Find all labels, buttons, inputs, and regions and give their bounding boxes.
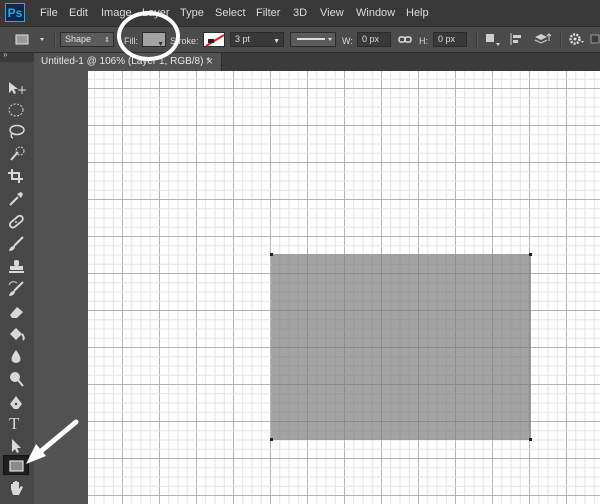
lasso-tool-icon[interactable] bbox=[3, 122, 29, 142]
fill-highlight-circle bbox=[117, 11, 180, 61]
anchor-point[interactable] bbox=[529, 253, 532, 256]
link-icon[interactable] bbox=[397, 32, 413, 47]
path-alignment-icon[interactable] bbox=[508, 32, 526, 47]
path-arrangement-icon[interactable] bbox=[533, 32, 553, 47]
move-tool-icon[interactable] bbox=[3, 78, 29, 98]
pen-tool-icon[interactable] bbox=[3, 393, 29, 413]
menu-view[interactable]: View bbox=[320, 7, 344, 19]
options-bar: Shape ⇕ Fill: ▼ Stroke: 3 pt ▼ W: 0 px H… bbox=[0, 26, 600, 53]
document-tab[interactable]: Untitled-1 @ 106% (Layer 1, RGB/8) * × bbox=[34, 53, 222, 71]
menu-select[interactable]: Select bbox=[215, 7, 246, 19]
menu-file[interactable]: File bbox=[40, 7, 58, 19]
menu-type[interactable]: Type bbox=[180, 7, 204, 19]
stroke-swatch[interactable] bbox=[203, 32, 225, 47]
stroke-line-icon bbox=[297, 38, 332, 41]
eraser-tool-icon[interactable] bbox=[3, 302, 29, 322]
healing-brush-tool-icon[interactable] bbox=[3, 212, 29, 232]
divider bbox=[476, 32, 478, 49]
double-chevron-icon: » bbox=[3, 50, 8, 59]
width-label: W: bbox=[342, 36, 353, 46]
blur-tool-icon[interactable] bbox=[3, 347, 29, 367]
paint-bucket-tool-icon[interactable] bbox=[3, 324, 29, 344]
pointer-arrow-icon bbox=[26, 419, 79, 464]
rectangle-shape[interactable] bbox=[270, 253, 532, 441]
document-tab-bar: Untitled-1 @ 106% (Layer 1, RGB/8) * × bbox=[34, 53, 600, 71]
align-edges-checkbox[interactable] bbox=[590, 32, 600, 47]
height-value: 0 px bbox=[438, 34, 456, 44]
menu-edit[interactable]: Edit bbox=[69, 7, 88, 19]
clone-stamp-tool-icon[interactable] bbox=[3, 257, 29, 277]
height-label: H: bbox=[419, 36, 428, 46]
history-brush-tool-icon[interactable] bbox=[3, 279, 29, 299]
mode-dropdown[interactable]: Shape ⇕ bbox=[60, 32, 114, 47]
anchor-point[interactable] bbox=[270, 253, 273, 256]
divider bbox=[560, 32, 562, 49]
gear-icon[interactable] bbox=[567, 32, 585, 47]
menu-3d[interactable]: 3D bbox=[293, 7, 307, 19]
chevron-down-icon: ▼ bbox=[273, 38, 280, 45]
brush-tool-icon[interactable] bbox=[3, 234, 29, 254]
photoshop-logo: Ps bbox=[5, 3, 25, 22]
menu-filter[interactable]: Filter bbox=[256, 7, 280, 19]
menu-window[interactable]: Window bbox=[356, 7, 395, 19]
rectangle-preset-icon bbox=[15, 34, 44, 45]
mode-value: Shape bbox=[65, 34, 92, 44]
document-tab-label: Untitled-1 @ 106% (Layer 1, RGB/8) * bbox=[41, 56, 211, 67]
updown-icon: ⇕ bbox=[104, 37, 110, 44]
menu-bar: Ps File Edit Image Layer Type Select Fil… bbox=[0, 0, 600, 26]
close-icon[interactable]: × bbox=[206, 54, 213, 68]
stroke-width-value: 3 pt bbox=[235, 34, 251, 44]
no-stroke-icon bbox=[205, 34, 225, 47]
anchor-point[interactable] bbox=[270, 438, 273, 441]
crop-tool-icon[interactable] bbox=[3, 166, 29, 186]
stroke-type-dropdown[interactable] bbox=[290, 32, 336, 47]
tool-preset-picker[interactable] bbox=[10, 32, 48, 47]
dodge-tool-icon[interactable] bbox=[3, 369, 29, 389]
hand-tool-icon[interactable] bbox=[3, 478, 29, 498]
menu-help[interactable]: Help bbox=[406, 7, 429, 19]
width-field[interactable]: 0 px bbox=[357, 32, 391, 47]
height-field[interactable]: 0 px bbox=[433, 32, 467, 47]
width-value: 0 px bbox=[362, 34, 380, 44]
path-operations-icon[interactable] bbox=[483, 32, 501, 47]
toolbar-collapse-bar[interactable]: » bbox=[0, 50, 34, 62]
divider bbox=[54, 32, 56, 49]
stroke-width-field[interactable]: 3 pt ▼ bbox=[230, 32, 284, 47]
quick-selection-tool-icon[interactable] bbox=[3, 144, 29, 164]
eyedropper-tool-icon[interactable] bbox=[3, 189, 29, 209]
marquee-tool-icon[interactable] bbox=[3, 100, 29, 120]
anchor-point[interactable] bbox=[529, 438, 532, 441]
shape-grid-overlay bbox=[271, 254, 531, 440]
